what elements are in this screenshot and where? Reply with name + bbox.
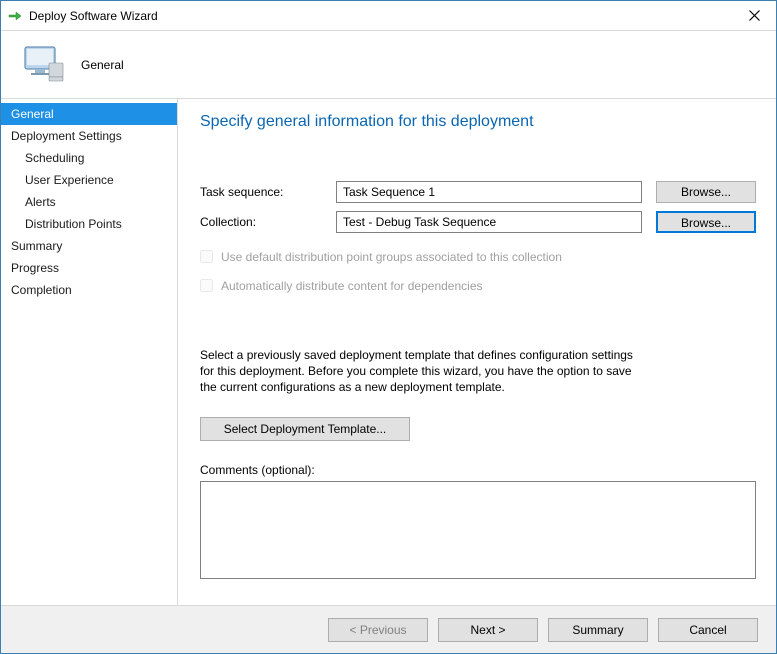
task-sequence-input[interactable] (336, 181, 642, 203)
close-button[interactable] (732, 1, 776, 31)
browse-collection-button[interactable]: Browse... (656, 211, 756, 233)
task-sequence-label: Task sequence: (200, 185, 336, 199)
main-panel: Specify general information for this dep… (178, 99, 776, 605)
arrow-right-icon (7, 8, 23, 24)
check-auto-distribute-box (200, 279, 213, 292)
comments-wrap (200, 481, 756, 582)
sidebar-item-progress[interactable]: Progress (1, 257, 177, 279)
comments-label: Comments (optional): (200, 463, 756, 477)
sidebar-item-user-experience[interactable]: User Experience (1, 169, 177, 191)
close-icon (749, 10, 760, 21)
titlebar: Deploy Software Wizard (1, 1, 776, 31)
collection-label: Collection: (200, 215, 336, 229)
previous-button: < Previous (328, 618, 428, 642)
comments-textarea[interactable] (200, 481, 756, 579)
next-button[interactable]: Next > (438, 618, 538, 642)
sidebar-item-completion[interactable]: Completion (1, 279, 177, 301)
collection-row: Collection: Browse... (200, 211, 756, 233)
template-description: Select a previously saved deployment tem… (200, 347, 640, 395)
summary-button[interactable]: Summary (548, 618, 648, 642)
collection-input[interactable] (336, 211, 642, 233)
check-auto-distribute-label: Automatically distribute content for dep… (221, 279, 483, 293)
sidebar: GeneralDeployment SettingsSchedulingUser… (1, 99, 178, 605)
sidebar-item-alerts[interactable]: Alerts (1, 191, 177, 213)
header-label: General (81, 58, 124, 72)
sidebar-item-general[interactable]: General (1, 103, 177, 125)
task-sequence-row: Task sequence: Browse... (200, 181, 756, 203)
window-title: Deploy Software Wizard (29, 9, 732, 23)
check-default-dp-groups: Use default distribution point groups as… (200, 247, 756, 266)
sidebar-item-scheduling[interactable]: Scheduling (1, 147, 177, 169)
sidebar-item-summary[interactable]: Summary (1, 235, 177, 257)
browse-task-sequence-button[interactable]: Browse... (656, 181, 756, 203)
page-title: Specify general information for this dep… (200, 113, 756, 131)
body: GeneralDeployment SettingsSchedulingUser… (1, 99, 776, 605)
sidebar-item-deployment-settings[interactable]: Deployment Settings (1, 125, 177, 147)
check-default-dp-groups-label: Use default distribution point groups as… (221, 250, 562, 264)
header: General (1, 31, 776, 99)
sidebar-item-distribution-points[interactable]: Distribution Points (1, 213, 177, 235)
monitor-icon (19, 39, 67, 90)
footer: < Previous Next > Summary Cancel (1, 605, 776, 653)
check-auto-distribute: Automatically distribute content for dep… (200, 276, 756, 295)
check-default-dp-groups-box (200, 250, 213, 263)
select-template-button[interactable]: Select Deployment Template... (200, 417, 410, 441)
cancel-button[interactable]: Cancel (658, 618, 758, 642)
wizard-window: Deploy Software Wizard General GeneralDe… (0, 0, 777, 654)
